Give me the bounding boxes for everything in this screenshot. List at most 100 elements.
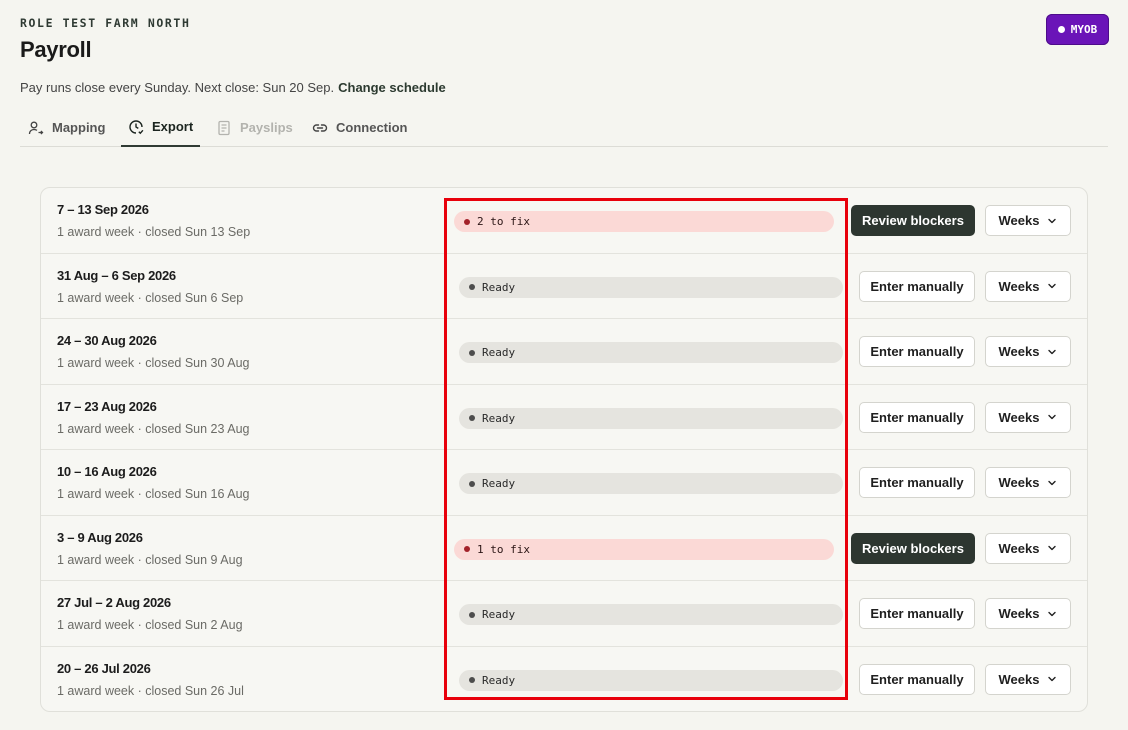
pay-run-period: 20 – 26 Jul 2026 bbox=[57, 660, 151, 676]
pay-run-row: 24 – 30 Aug 2026 1 award week · closed S… bbox=[41, 319, 1087, 385]
ready-status-badge: Ready bbox=[459, 407, 843, 429]
tab-export[interactable]: Export bbox=[121, 108, 201, 147]
pay-run-meta: 1 award week · closed Sun 26 Jul bbox=[57, 683, 244, 698]
status-label: Ready bbox=[482, 280, 516, 294]
chevron-down-icon bbox=[1048, 349, 1057, 354]
myob-integration-badge[interactable]: MYOB bbox=[1046, 14, 1109, 45]
pay-run-period: 10 – 16 Aug 2026 bbox=[57, 464, 157, 479]
weeks-dropdown[interactable]: Weeks bbox=[985, 532, 1071, 564]
schedule-info: Pay runs close every Sunday. Next close:… bbox=[20, 80, 446, 95]
pay-run-meta: 1 award week · closed Sun 6 Sep bbox=[57, 290, 244, 305]
pay-run-meta: 1 award week · closed Sun 2 Aug bbox=[57, 618, 243, 632]
pay-run-period: 3 – 9 Aug 2026 bbox=[57, 529, 143, 545]
weeks-dropdown[interactable]: Weeks bbox=[985, 205, 1071, 236]
organization-name: ROLE TEST FARM NORTH bbox=[20, 16, 191, 30]
status-dot-icon bbox=[469, 480, 475, 487]
status-dot-icon bbox=[469, 284, 475, 290]
schedule-text: Pay runs close every Sunday. Next close:… bbox=[20, 80, 335, 95]
fix-status-badge: 1 to fix bbox=[454, 538, 834, 560]
pay-run-meta: 1 award week · closed Sun 9 Aug bbox=[57, 552, 243, 567]
link-icon bbox=[312, 123, 328, 132]
chevron-down-icon bbox=[1048, 414, 1057, 420]
status-dot-icon bbox=[469, 349, 475, 356]
weeks-label: Weeks bbox=[998, 475, 1040, 490]
tab-label: Mapping bbox=[52, 120, 106, 135]
status-dot-icon bbox=[464, 218, 470, 225]
ready-status-badge: Ready bbox=[459, 342, 843, 363]
status-label: Ready bbox=[482, 673, 516, 687]
weeks-label: Weeks bbox=[998, 409, 1040, 425]
ready-status-badge: Ready bbox=[459, 669, 843, 691]
chevron-down-icon bbox=[1048, 218, 1057, 223]
tab-label: Export bbox=[152, 119, 194, 134]
pay-run-row: 7 – 13 Sep 2026 1 award week · closed Su… bbox=[41, 188, 1087, 254]
weeks-dropdown[interactable]: Weeks bbox=[985, 663, 1071, 695]
tab-mapping[interactable]: Mapping bbox=[28, 108, 105, 147]
chevron-down-icon bbox=[1048, 676, 1057, 682]
status-dot-icon bbox=[469, 415, 475, 421]
status-dot-icon bbox=[1057, 26, 1065, 33]
pay-run-period: 24 – 30 Aug 2026 bbox=[57, 333, 157, 348]
ready-status-badge: Ready bbox=[459, 604, 843, 625]
status-label: Ready bbox=[482, 608, 516, 621]
page-title: Payroll bbox=[20, 37, 92, 62]
pay-run-row: 27 Jul – 2 Aug 2026 1 award week · close… bbox=[41, 581, 1087, 647]
pay-run-period: 17 – 23 Aug 2026 bbox=[57, 398, 157, 414]
pay-run-row: 17 – 23 Aug 2026 1 award week · closed S… bbox=[41, 385, 1087, 450]
review-blockers-button[interactable]: Review blockers bbox=[851, 532, 975, 564]
tab-label: Connection bbox=[336, 120, 408, 135]
pay-run-period: 7 – 13 Sep 2026 bbox=[57, 202, 149, 217]
ready-status-badge: Ready bbox=[459, 276, 843, 298]
pay-run-row: 3 – 9 Aug 2026 1 award week · closed Sun… bbox=[41, 516, 1087, 581]
weeks-label: Weeks bbox=[998, 606, 1040, 621]
enter-manually-button[interactable]: Enter manually bbox=[859, 270, 975, 302]
fix-status-badge: 2 to fix bbox=[454, 211, 834, 232]
chevron-down-icon bbox=[1048, 545, 1057, 551]
enter-manually-button[interactable]: Enter manually bbox=[859, 598, 975, 629]
weeks-dropdown[interactable]: Weeks bbox=[985, 598, 1071, 629]
status-dot-icon bbox=[469, 677, 475, 683]
pay-run-meta: 1 award week · closed Sun 13 Sep bbox=[57, 225, 251, 239]
pay-run-period: 27 Jul – 2 Aug 2026 bbox=[57, 595, 171, 610]
weeks-dropdown[interactable]: Weeks bbox=[985, 467, 1071, 498]
chevron-down-icon bbox=[1048, 283, 1057, 289]
status-dot-icon bbox=[469, 611, 475, 618]
pay-run-meta: 1 award week · closed Sun 30 Aug bbox=[57, 356, 250, 370]
review-blockers-button[interactable]: Review blockers bbox=[851, 205, 975, 236]
enter-manually-button[interactable]: Enter manually bbox=[859, 467, 975, 498]
status-label: Ready bbox=[482, 411, 516, 425]
document-icon bbox=[218, 120, 230, 135]
pay-run-period: 31 Aug – 6 Sep 2026 bbox=[57, 267, 176, 283]
pay-run-row: 20 – 26 Jul 2026 1 award week · closed S… bbox=[41, 647, 1087, 712]
enter-manually-button[interactable]: Enter manually bbox=[859, 663, 975, 695]
tab-label: Payslips bbox=[240, 120, 293, 135]
weeks-label: Weeks bbox=[998, 213, 1040, 228]
change-schedule-link[interactable]: Change schedule bbox=[338, 80, 446, 95]
payroll-tabs: Mapping Export Payslips Connection bbox=[20, 108, 1108, 147]
pay-run-meta: 1 award week · closed Sun 23 Aug bbox=[57, 421, 250, 436]
pay-run-meta: 1 award week · closed Sun 16 Aug bbox=[57, 487, 250, 501]
status-label: Ready bbox=[482, 346, 516, 359]
ready-status-badge: Ready bbox=[459, 473, 843, 494]
weeks-label: Weeks bbox=[998, 278, 1040, 294]
weeks-dropdown[interactable]: Weeks bbox=[985, 401, 1071, 433]
status-dot-icon bbox=[464, 546, 470, 552]
chevron-down-icon bbox=[1048, 611, 1057, 616]
status-label: Ready bbox=[482, 477, 516, 490]
enter-manually-button[interactable]: Enter manually bbox=[859, 336, 975, 367]
weeks-label: Weeks bbox=[998, 671, 1040, 687]
integration-badge-label: MYOB bbox=[1070, 23, 1098, 36]
pay-run-row: 31 Aug – 6 Sep 2026 1 award week · close… bbox=[41, 254, 1087, 319]
weeks-dropdown[interactable]: Weeks bbox=[985, 270, 1071, 302]
weeks-dropdown[interactable]: Weeks bbox=[985, 336, 1071, 367]
weeks-label: Weeks bbox=[998, 344, 1040, 359]
enter-manually-button[interactable]: Enter manually bbox=[859, 401, 975, 433]
tab-connection[interactable]: Connection bbox=[312, 108, 408, 147]
weeks-label: Weeks bbox=[998, 540, 1040, 556]
pay-run-row: 10 – 16 Aug 2026 1 award week · closed S… bbox=[41, 450, 1087, 516]
tab-payslips: Payslips bbox=[216, 108, 293, 147]
chevron-down-icon bbox=[1048, 480, 1057, 485]
status-label: 1 to fix bbox=[477, 542, 530, 556]
user-arrow-icon bbox=[28, 121, 44, 135]
pay-runs-list: 7 – 13 Sep 2026 1 award week · closed Su… bbox=[40, 187, 1088, 712]
